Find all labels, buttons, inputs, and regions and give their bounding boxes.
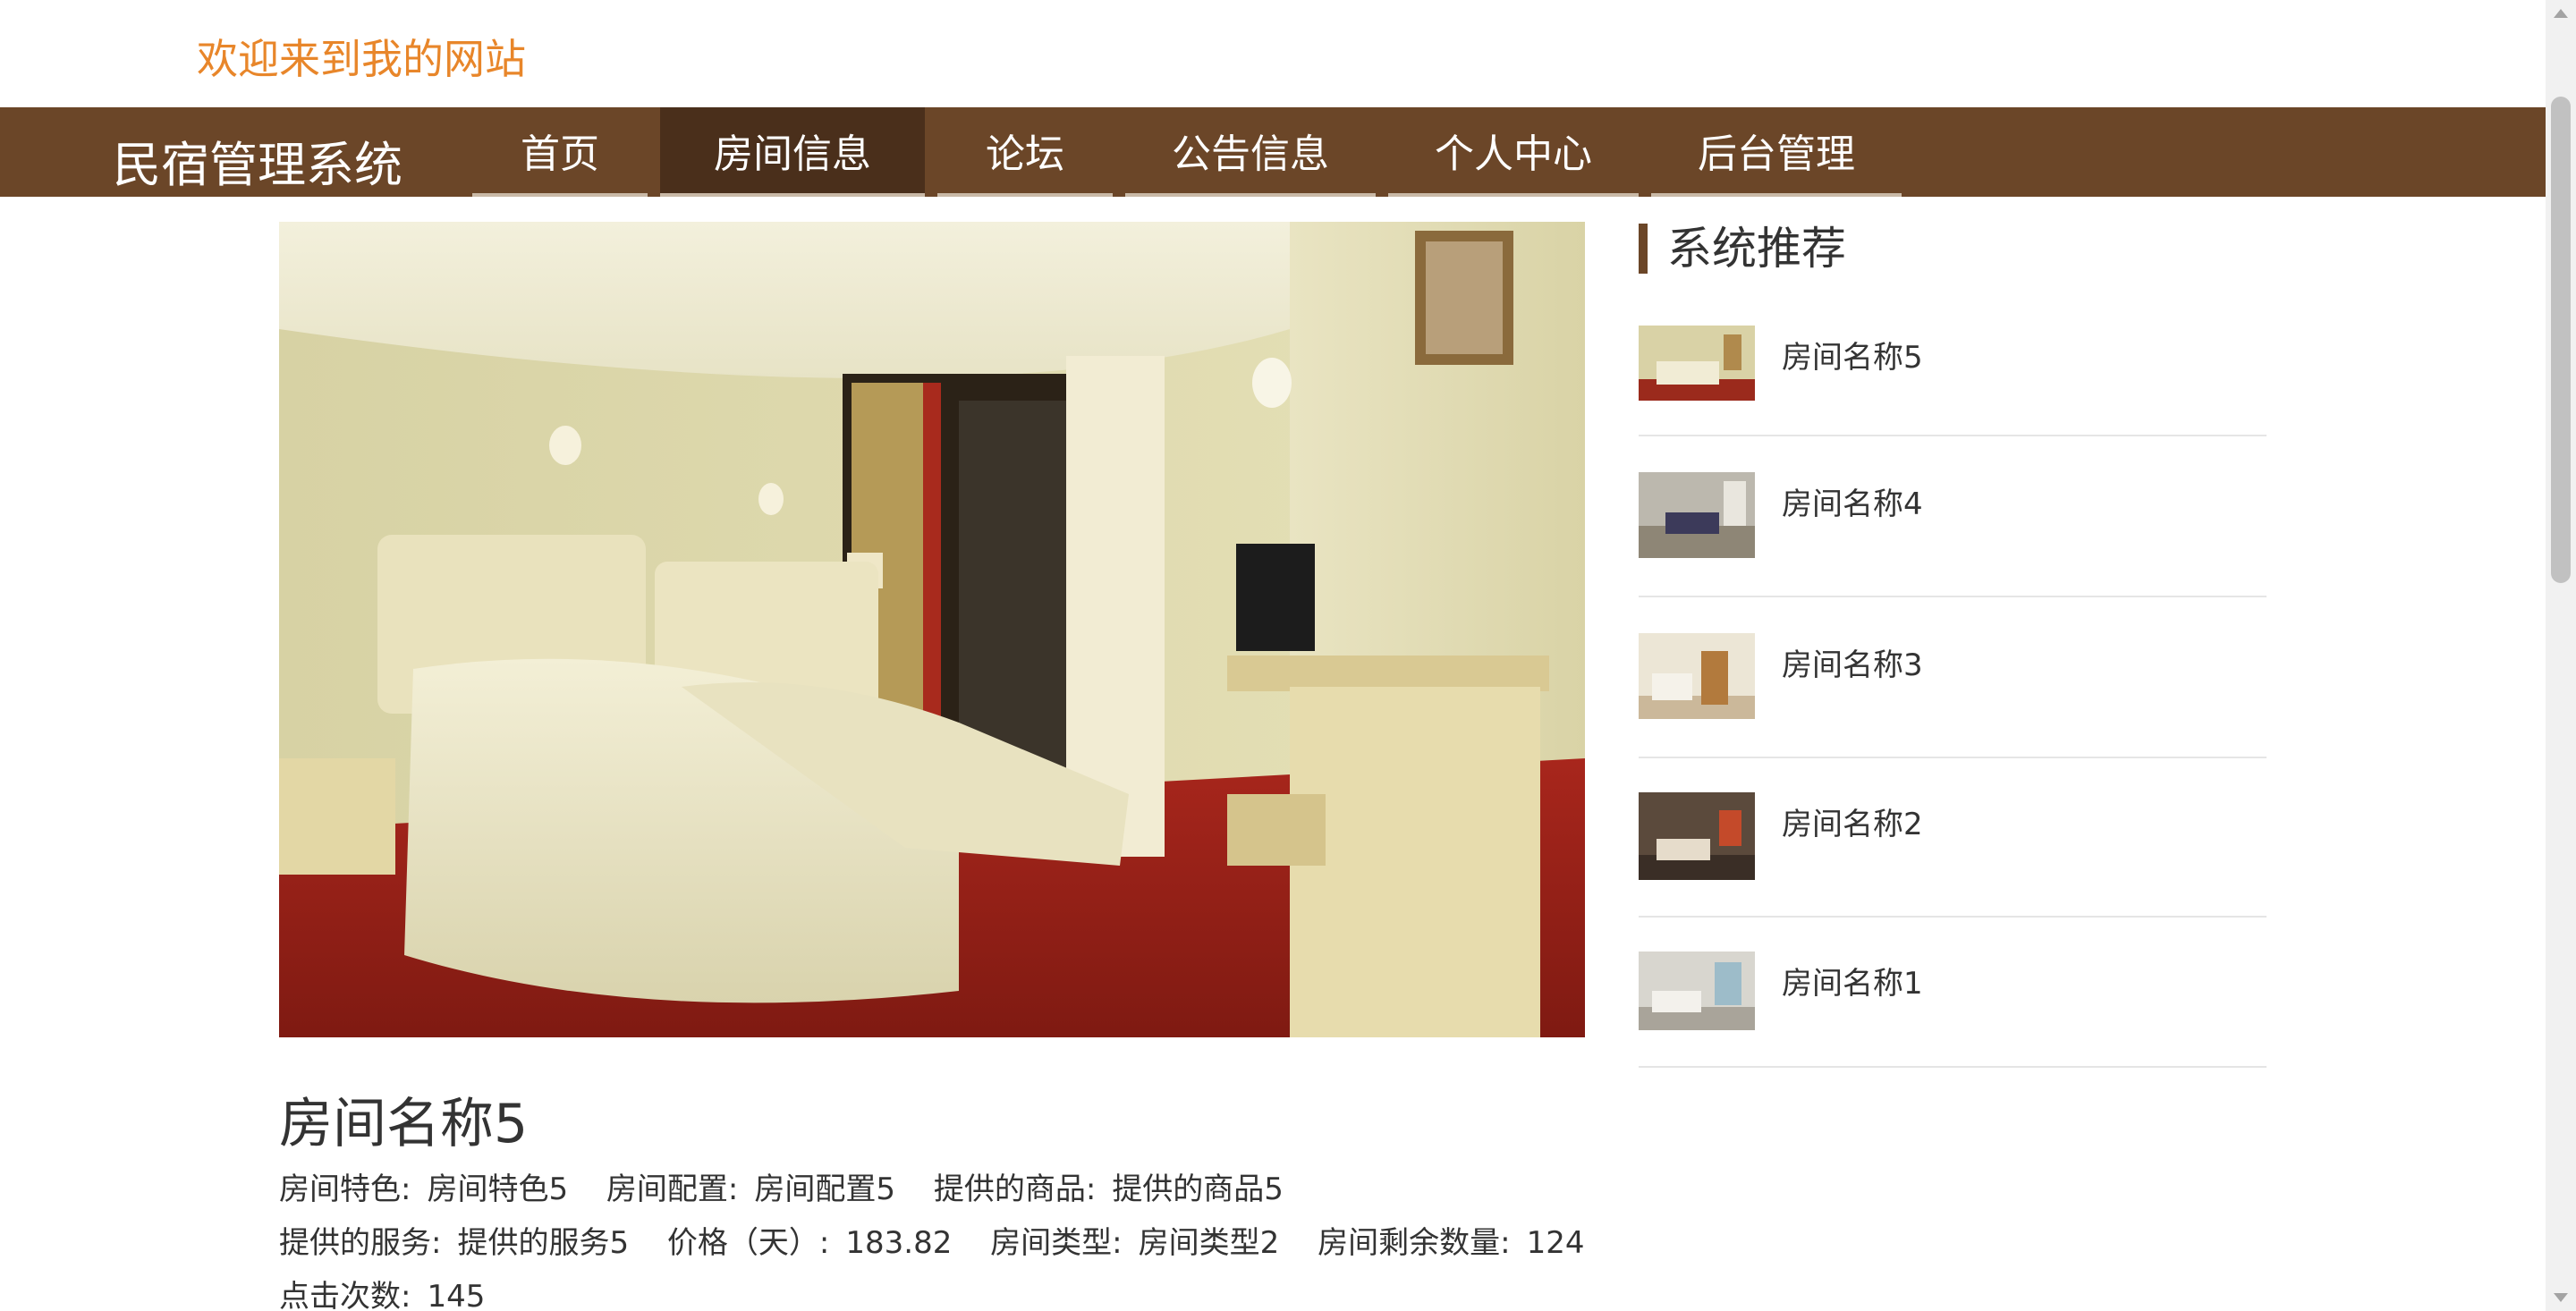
- room-config-label: 房间配置:: [606, 1171, 739, 1207]
- scroll-down-icon[interactable]: [2554, 1293, 2568, 1302]
- recommend-thumbnail[interactable]: [1639, 633, 1755, 719]
- recommend-item-name[interactable]: 房间名称3: [1782, 640, 1923, 684]
- nav-item-forum[interactable]: 论坛: [937, 107, 1113, 197]
- room-clicks-label: 点击次数:: [279, 1279, 411, 1311]
- nav-item-profile[interactable]: 个人中心: [1388, 107, 1639, 197]
- scroll-up-icon[interactable]: [2554, 9, 2568, 18]
- room-remaining-value: 124: [1526, 1225, 1585, 1261]
- room-feature-label: 房间特色:: [279, 1171, 411, 1207]
- recommend-item-name[interactable]: 房间名称1: [1782, 959, 1923, 1002]
- room-feature-value: 房间特色5: [427, 1171, 569, 1207]
- recommend-item-name[interactable]: 房间名称2: [1782, 799, 1923, 843]
- room-type-value: 房间类型2: [1138, 1225, 1280, 1261]
- recommend-thumbnail[interactable]: [1639, 326, 1755, 401]
- recommend-title: 系统推荐: [1639, 224, 1846, 274]
- room-services-label: 提供的服务:: [279, 1225, 442, 1261]
- room-info-line-3: 点击次数: 145: [279, 1272, 513, 1311]
- room-config-value: 房间配置5: [754, 1171, 896, 1207]
- page-scrollbar[interactable]: [2546, 0, 2576, 1311]
- room-main-image: [279, 222, 1585, 1037]
- nav-item-rooms[interactable]: 房间信息: [660, 107, 925, 197]
- room-price-label: 价格（天）:: [666, 1225, 830, 1261]
- nav-item-notices[interactable]: 公告信息: [1125, 107, 1376, 197]
- nav-item-home[interactable]: 首页: [472, 107, 648, 197]
- recommend-thumbnail[interactable]: [1639, 952, 1755, 1030]
- main-navbar: 民宿管理系统 首页 房间信息 论坛 公告信息 个人中心 后台管理: [0, 107, 2546, 197]
- room-services-value: 提供的服务5: [457, 1225, 630, 1261]
- recommend-item-name[interactable]: 房间名称5: [1782, 333, 1923, 376]
- recommend-item-name[interactable]: 房间名称4: [1782, 479, 1923, 523]
- room-title: 房间名称5: [279, 1093, 529, 1155]
- room-info-line-2: 提供的服务: 提供的服务5 价格（天）: 183.82 房间类型: 房间类型2 房间剩…: [279, 1218, 1613, 1262]
- recommend-item[interactable]: 房间名称1: [1639, 952, 2267, 1068]
- scroll-thumb[interactable]: [2551, 97, 2571, 583]
- nav-item-admin[interactable]: 后台管理: [1651, 107, 1902, 197]
- room-remaining-label: 房间剩余数量:: [1318, 1225, 1511, 1261]
- nav-menu: 首页 房间信息 论坛 公告信息 个人中心 后台管理: [472, 107, 1902, 197]
- room-goods-value: 提供的商品5: [1112, 1171, 1284, 1207]
- recommend-thumbnail[interactable]: [1639, 472, 1755, 558]
- room-price-value: 183.82: [845, 1225, 953, 1261]
- welcome-text: 欢迎来到我的网站: [197, 35, 526, 83]
- recommend-item[interactable]: 房间名称2: [1639, 792, 2267, 918]
- site-brand: 民宿管理系统: [113, 137, 402, 193]
- room-info-line-1: 房间特色: 房间特色5 房间配置: 房间配置5 提供的商品: 提供的商品5: [279, 1164, 1312, 1208]
- recommend-item[interactable]: 房间名称4: [1639, 472, 2267, 597]
- recommend-item[interactable]: 房间名称3: [1639, 633, 2267, 758]
- recommend-item[interactable]: 房间名称5: [1639, 326, 2267, 436]
- room-clicks-value: 145: [427, 1279, 486, 1311]
- recommend-thumbnail[interactable]: [1639, 792, 1755, 880]
- room-goods-label: 提供的商品:: [933, 1171, 1097, 1207]
- room-type-label: 房间类型:: [990, 1225, 1123, 1261]
